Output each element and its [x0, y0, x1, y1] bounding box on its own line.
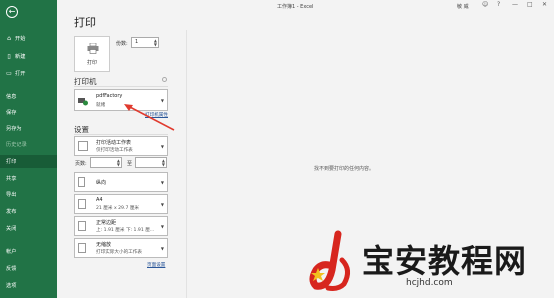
- setting-title: 打印活动工作表: [96, 140, 132, 146]
- printer-name: pdfFactory: [96, 93, 123, 99]
- margins-dropdown[interactable]: 正常边距 上: 1.91 厘米 下: 1.91 厘... ▼: [74, 216, 168, 236]
- sidebar-item-export[interactable]: 导出: [0, 188, 57, 201]
- sidebar-item-close[interactable]: 关闭: [0, 222, 57, 235]
- minimize-button[interactable]: —: [512, 1, 518, 8]
- sidebar-item-history[interactable]: 历史记录: [0, 138, 57, 151]
- scaling-icon: [78, 243, 86, 253]
- margins-icon: [78, 221, 86, 231]
- pages-to-stepper[interactable]: ▲ ▼: [162, 159, 165, 167]
- maximize-button[interactable]: □: [527, 1, 533, 8]
- sidebar-item-label: 帐户: [6, 249, 17, 255]
- home-icon: ⌂: [7, 34, 11, 42]
- copies-input[interactable]: 1 ▲ ▼: [131, 37, 159, 48]
- sidebar-item-label: 新建: [15, 54, 26, 60]
- sidebar-item-options[interactable]: 选项: [0, 279, 57, 292]
- sidebar-item-save[interactable]: 保存: [0, 106, 57, 119]
- divider: [74, 134, 168, 135]
- user-name[interactable]: 敏 威: [457, 3, 469, 10]
- info-icon[interactable]: [162, 77, 167, 82]
- sidebar-item-feedback[interactable]: 反馈: [0, 262, 57, 275]
- chevron-down-icon: ▼: [160, 144, 164, 149]
- copies-label: 份数:: [116, 41, 128, 47]
- sidebar-item-label: 反馈: [6, 266, 17, 272]
- sidebar-item-print[interactable]: 打印: [0, 155, 57, 168]
- sidebar-item-account[interactable]: 帐户: [0, 245, 57, 258]
- setting-title: 正常边距: [96, 220, 117, 226]
- printer-status: 就绪: [96, 103, 106, 108]
- copies-value: 1: [135, 39, 139, 45]
- sidebar-item-label: 开始: [15, 36, 26, 42]
- portrait-icon: [78, 177, 85, 187]
- pages-from-stepper[interactable]: ▲ ▼: [117, 159, 120, 167]
- sidebar-item-label: 关闭: [6, 226, 17, 232]
- folder-open-icon: ▭: [6, 69, 12, 77]
- printer-properties-link[interactable]: 打印机属性: [145, 112, 168, 118]
- title-bar: 工作簿1 - Excel 敏 威 ☺ ? — □ ✕: [57, 0, 554, 11]
- close-window-button[interactable]: ✕: [542, 1, 547, 8]
- sidebar-item-label: 共享: [6, 176, 17, 182]
- paper-icon: [78, 199, 86, 209]
- setting-subtitle: 21 厘米 x 29.7 厘米: [96, 206, 140, 211]
- paper-size-dropdown[interactable]: A4 21 厘米 x 29.7 厘米 ▼: [74, 194, 168, 214]
- watermark-logo: [309, 230, 350, 291]
- sidebar-item-open[interactable]: ▭ 打开: [0, 67, 57, 80]
- sidebar-item-label: 历史记录: [6, 142, 27, 148]
- setting-subtitle: 仅打印活动工作表: [96, 148, 133, 153]
- setting-title: 无缩放: [96, 242, 112, 248]
- backstage-sidebar: ← ⌂ 开始 ▯ 新建 ▭ 打开 信息 保存 另存为 历史记录 打印 共享 导出 发布…: [0, 0, 57, 298]
- sidebar-item-label: 保存: [6, 110, 17, 116]
- copies-stepper[interactable]: ▲ ▼: [154, 39, 157, 47]
- print-button[interactable]: 打印: [74, 36, 110, 72]
- printer-icon: [87, 43, 99, 54]
- setting-title: A4: [96, 197, 103, 203]
- page-setup-link[interactable]: 页面设置: [147, 262, 165, 268]
- divider: [74, 86, 168, 87]
- chevron-down-icon: ▼: [160, 202, 164, 207]
- chevron-down-icon: ▼: [160, 180, 164, 185]
- sidebar-item-label: 信息: [6, 94, 17, 100]
- scaling-dropdown[interactable]: 无缩放 打印实际大小的工作表 ▼: [74, 238, 168, 258]
- pages-from-input[interactable]: ▲ ▼: [90, 157, 122, 168]
- chevron-down-icon: ▼: [160, 98, 164, 103]
- sidebar-item-label: 打印: [6, 159, 17, 165]
- sidebar-item-label: 发布: [6, 209, 17, 215]
- sidebar-item-home[interactable]: ⌂ 开始: [0, 32, 57, 45]
- orientation-dropdown[interactable]: 纵向 ▼: [74, 172, 168, 192]
- new-file-icon: ▯: [7, 52, 11, 60]
- page-title: 打印: [74, 16, 96, 29]
- sheet-icon: [78, 141, 88, 151]
- watermark-url: hcjhd.com: [406, 278, 453, 288]
- watermark-text: 宝安教程网: [362, 242, 528, 280]
- pages-to-label: 至: [127, 161, 133, 167]
- printer-dropdown[interactable]: pdfFactory 就绪 ▼: [74, 89, 168, 111]
- printer-ready-icon: [78, 98, 88, 106]
- pages-to-input[interactable]: ▲ ▼: [135, 157, 167, 168]
- setting-title: 纵向: [96, 180, 107, 186]
- chevron-down-icon: ▼: [160, 246, 164, 251]
- sidebar-item-label: 导出: [6, 192, 17, 198]
- watermark: 宝安教程网 hcjhd.com: [302, 228, 554, 298]
- print-button-label: 打印: [86, 60, 97, 66]
- setting-subtitle: 上: 1.91 厘米 下: 1.91 厘...: [96, 228, 155, 233]
- back-button[interactable]: ←: [6, 6, 18, 18]
- sidebar-item-save-as[interactable]: 另存为: [0, 122, 57, 135]
- sidebar-item-share[interactable]: 共享: [0, 172, 57, 185]
- sidebar-item-info[interactable]: 信息: [0, 90, 57, 103]
- avatar[interactable]: ☺: [482, 1, 488, 8]
- sidebar-item-label: 选项: [6, 283, 17, 289]
- print-what-dropdown[interactable]: 打印活动工作表 仅打印活动工作表 ▼: [74, 136, 168, 156]
- preview-message: 找不到要打印的任何内容。: [314, 166, 375, 172]
- sidebar-item-new[interactable]: ▯ 新建: [0, 50, 57, 63]
- chevron-down-icon: ▼: [160, 224, 164, 229]
- sidebar-item-label: 另存为: [6, 126, 22, 132]
- sidebar-item-label: 打开: [15, 71, 26, 77]
- pages-label: 页数:: [75, 161, 87, 167]
- window-title: 工作簿1 - Excel: [277, 4, 314, 10]
- help-button[interactable]: ?: [497, 1, 500, 8]
- setting-subtitle: 打印实际大小的工作表: [96, 250, 142, 255]
- sidebar-item-publish[interactable]: 发布: [0, 205, 57, 218]
